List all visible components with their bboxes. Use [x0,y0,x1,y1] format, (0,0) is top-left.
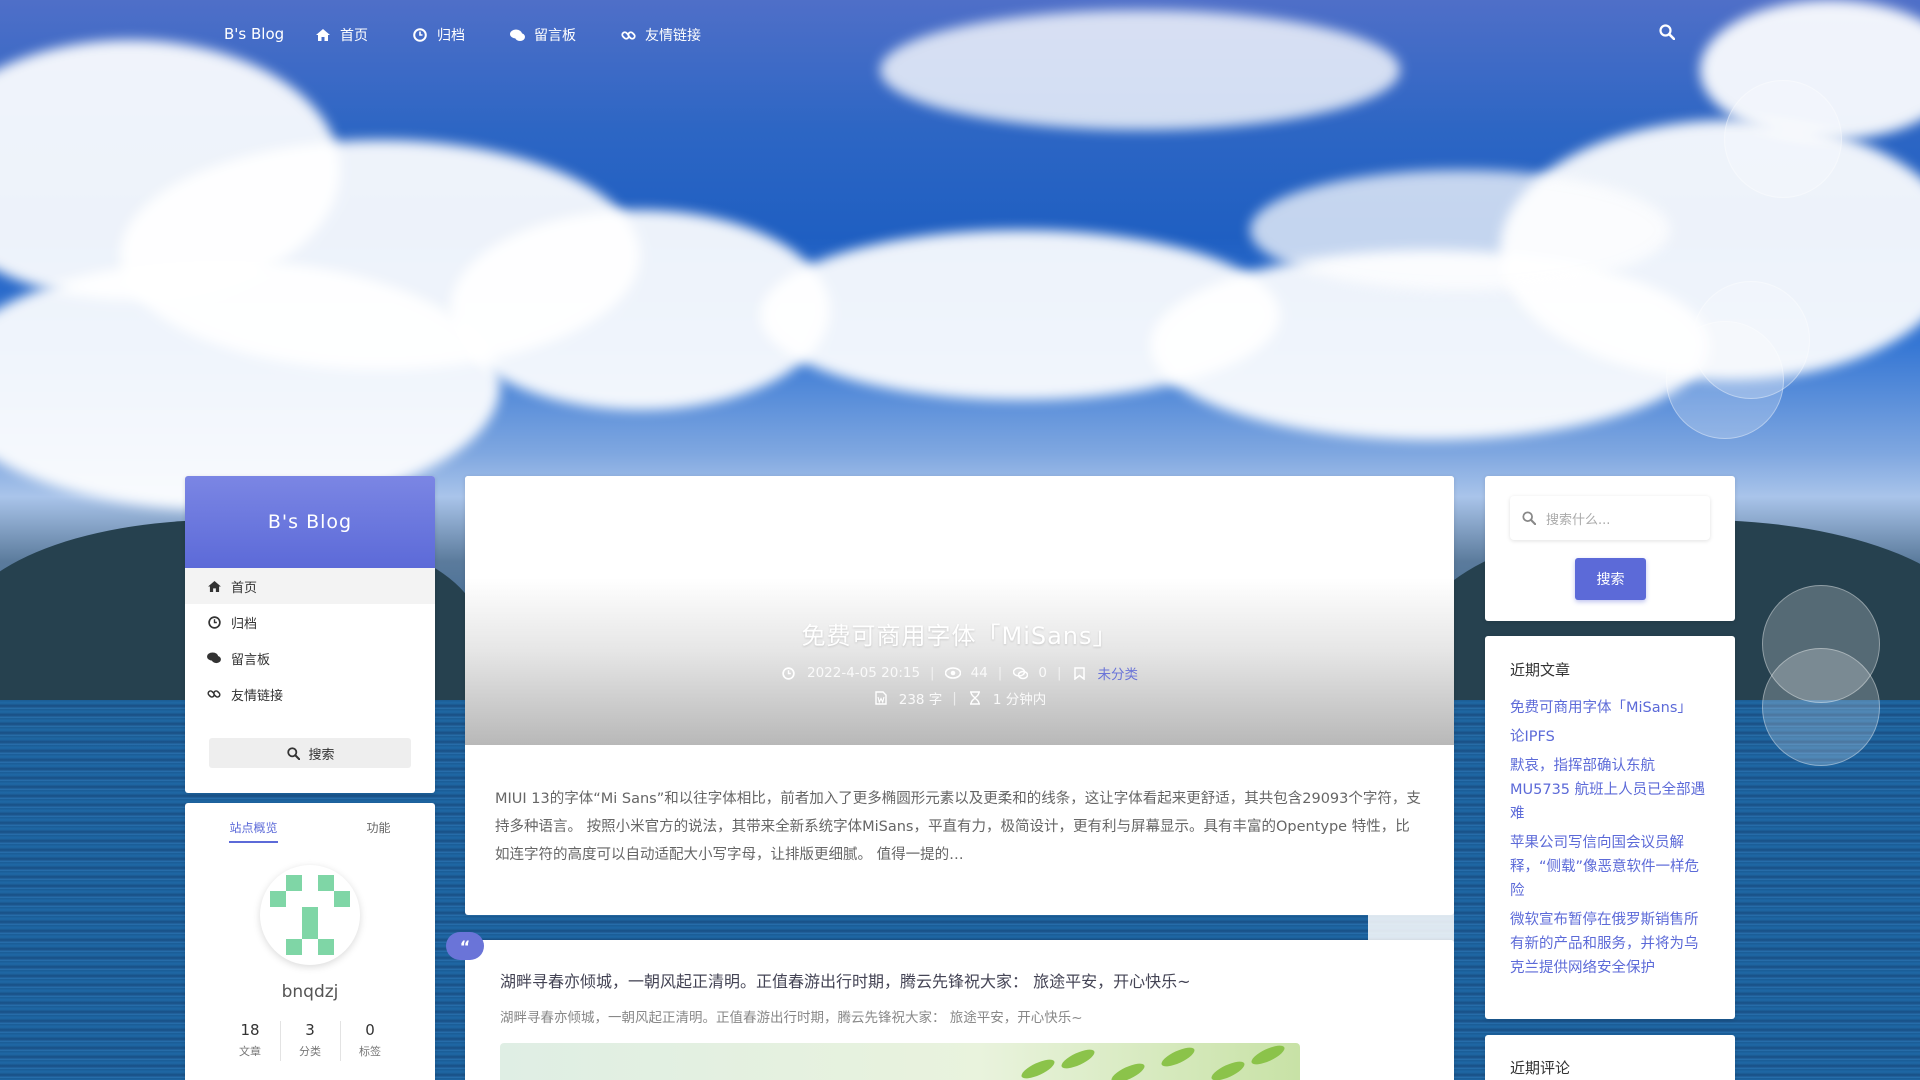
post-read-time: 1 分钟内 [992,692,1047,708]
quote-title[interactable]: 湖畔寻春亦倾城，一朝风起正清明。正值春游出行时期，腾云先锋祝大家： 旅途平安，开… [500,968,1191,992]
nav-link-label: 首页 [340,28,368,44]
tab-functions[interactable]: 功能 [366,819,390,843]
stat-label: 文章 [239,1045,261,1058]
quote-badge: “ [446,932,484,960]
username: bnqdzj [281,982,339,1002]
separator: | [997,665,1003,681]
separator: | [952,690,957,706]
post-word-count: 238 字 [898,692,943,708]
post-excerpt: MIUI 13的字体“Mi Sans”和以往字体相比，前者加入了更多椭圆形元素以… [495,791,1421,863]
search-placeholder: 搜索什么... [1546,512,1611,528]
avatar [260,865,360,965]
post-category-link[interactable]: 未分类 [1098,663,1139,683]
stat-label: 标签 [359,1045,381,1058]
nav-link-friends[interactable]: 友情链接 [620,25,701,45]
sidebar-title: B's Blog [185,476,435,568]
divider [279,1021,281,1061]
stat-value: 18 [240,1021,260,1039]
sidebar-item-label: 归档 [231,616,258,632]
home-icon [315,27,331,43]
top-navbar: B's Blog 首页 归档 留言板 友情链接 [0,0,1920,70]
nav-brand[interactable]: B's Blog [224,25,284,43]
clock-icon [412,27,428,43]
search-icon [1659,24,1675,40]
nav-links: 首页 归档 留言板 友情链接 [315,25,701,45]
clock-icon [206,614,222,630]
nav-link-label: 友情链接 [645,28,701,44]
nav-link-guestbook[interactable]: 留言板 [509,25,576,45]
profile-card: 站点概览 功能 bnqdzj 18 文章 3 分类 0 标签 [185,803,435,1080]
nav-search-button[interactable] [1659,24,1675,44]
separator: | [1056,665,1062,681]
search-card: 搜索什么... 搜索 [1485,476,1735,621]
sidebar-search-label: 搜索 [308,747,335,763]
stat-label: 分类 [299,1045,321,1058]
nav-link-label: 归档 [437,28,465,44]
quote-card: 湖畔寻春亦倾城，一朝风起正清明。正值春游出行时期，腾云先锋祝大家： 旅途平安，开… [465,940,1454,1080]
sidebar-menu-card: B's Blog 首页 归档 留言板 友情链接 搜索 [185,476,435,793]
post-comment-count: 0 [1038,665,1047,681]
nav-link-label: 留言板 [534,28,576,44]
recent-post-link[interactable]: 苹果公司写信向国会议员解释，“侧载”像恶意软件一样危险 [1510,831,1710,903]
post-date: 2022-4-05 20:15 [806,665,921,681]
stat-tags[interactable]: 0 标签 [345,1021,395,1061]
stat-value: 3 [305,1021,315,1039]
link-icon [620,27,636,43]
post-title[interactable]: 免费可商用字体「MiSans」 [465,616,1454,651]
search-submit-button[interactable]: 搜索 [1575,558,1646,600]
recent-post-link[interactable]: 论IPFS [1510,725,1710,749]
comments-icon [206,650,222,666]
sidebar-item-label: 友情链接 [231,688,284,704]
profile-stats: 18 文章 3 分类 0 标签 [225,1021,395,1061]
clock-icon [781,665,797,681]
nav-link-home[interactable]: 首页 [315,25,368,45]
nav-link-archive[interactable]: 归档 [412,25,465,45]
stat-categories[interactable]: 3 分类 [285,1021,335,1061]
search-icon [285,745,301,761]
quote-summary: 湖畔寻春亦倾城，一朝风起正清明。正值春游出行时期，腾云先锋祝大家： 旅途平安，开… [500,1010,1083,1026]
recent-post-link[interactable]: 微软宣布暂停在俄罗斯销售所有新的产品和服务，并将为乌克兰提供网络安全保护 [1510,908,1710,980]
sidebar-search-button[interactable]: 搜索 [209,738,411,768]
sidebar-item-label: 留言板 [231,652,271,668]
recent-post-link[interactable]: 免费可商用字体「MiSans」 [1510,696,1710,720]
recent-posts-card: 近期文章 免费可商用字体「MiSans」 论IPFS 默哀，指挥部确认东航MU5… [1485,636,1735,1019]
profile-tabs: 站点概览 功能 [185,803,435,843]
eye-icon [944,665,961,681]
search-input[interactable]: 搜索什么... [1510,496,1710,540]
recent-comments-title: 近期评论 [1510,1059,1571,1077]
comment-icon [1012,665,1028,681]
sidebar-item-guestbook[interactable]: 留言板 [185,640,435,676]
stat-posts[interactable]: 18 文章 [225,1021,275,1061]
link-icon [206,686,222,702]
sidebar-item-home[interactable]: 首页 [185,568,435,604]
recent-comments-card: 近期评论 [1485,1035,1735,1080]
sidebar-item-archive[interactable]: 归档 [185,604,435,640]
divider [339,1021,341,1061]
home-icon [206,578,222,594]
recent-post-link[interactable]: 默哀，指挥部确认东航MU5735 航班上人员已全部遇难 [1510,754,1710,826]
comments-icon [509,27,525,43]
sidebar-item-label: 首页 [231,580,258,596]
file-word-icon [873,690,889,706]
separator: | [930,665,935,681]
post-card: 免费可商用字体「MiSans」 2022-4-05 20:15 | 44 | 0… [465,476,1454,915]
post-views: 44 [970,665,988,681]
bookmark-icon [1072,665,1088,681]
post-cover: 免费可商用字体「MiSans」 2022-4-05 20:15 | 44 | 0… [465,476,1454,745]
hourglass-icon [967,690,983,706]
recent-posts-title: 近期文章 [1510,661,1571,679]
stat-value: 0 [365,1021,375,1039]
post-meta-secondary: 238 字 | 1 分钟内 [465,688,1454,708]
tab-overview[interactable]: 站点概览 [229,819,278,843]
quote-image [500,1041,1300,1080]
search-icon [1521,510,1537,526]
post-meta: 2022-4-05 20:15 | 44 | 0 | 未分类 [465,663,1454,683]
sidebar-item-friends[interactable]: 友情链接 [185,676,435,712]
